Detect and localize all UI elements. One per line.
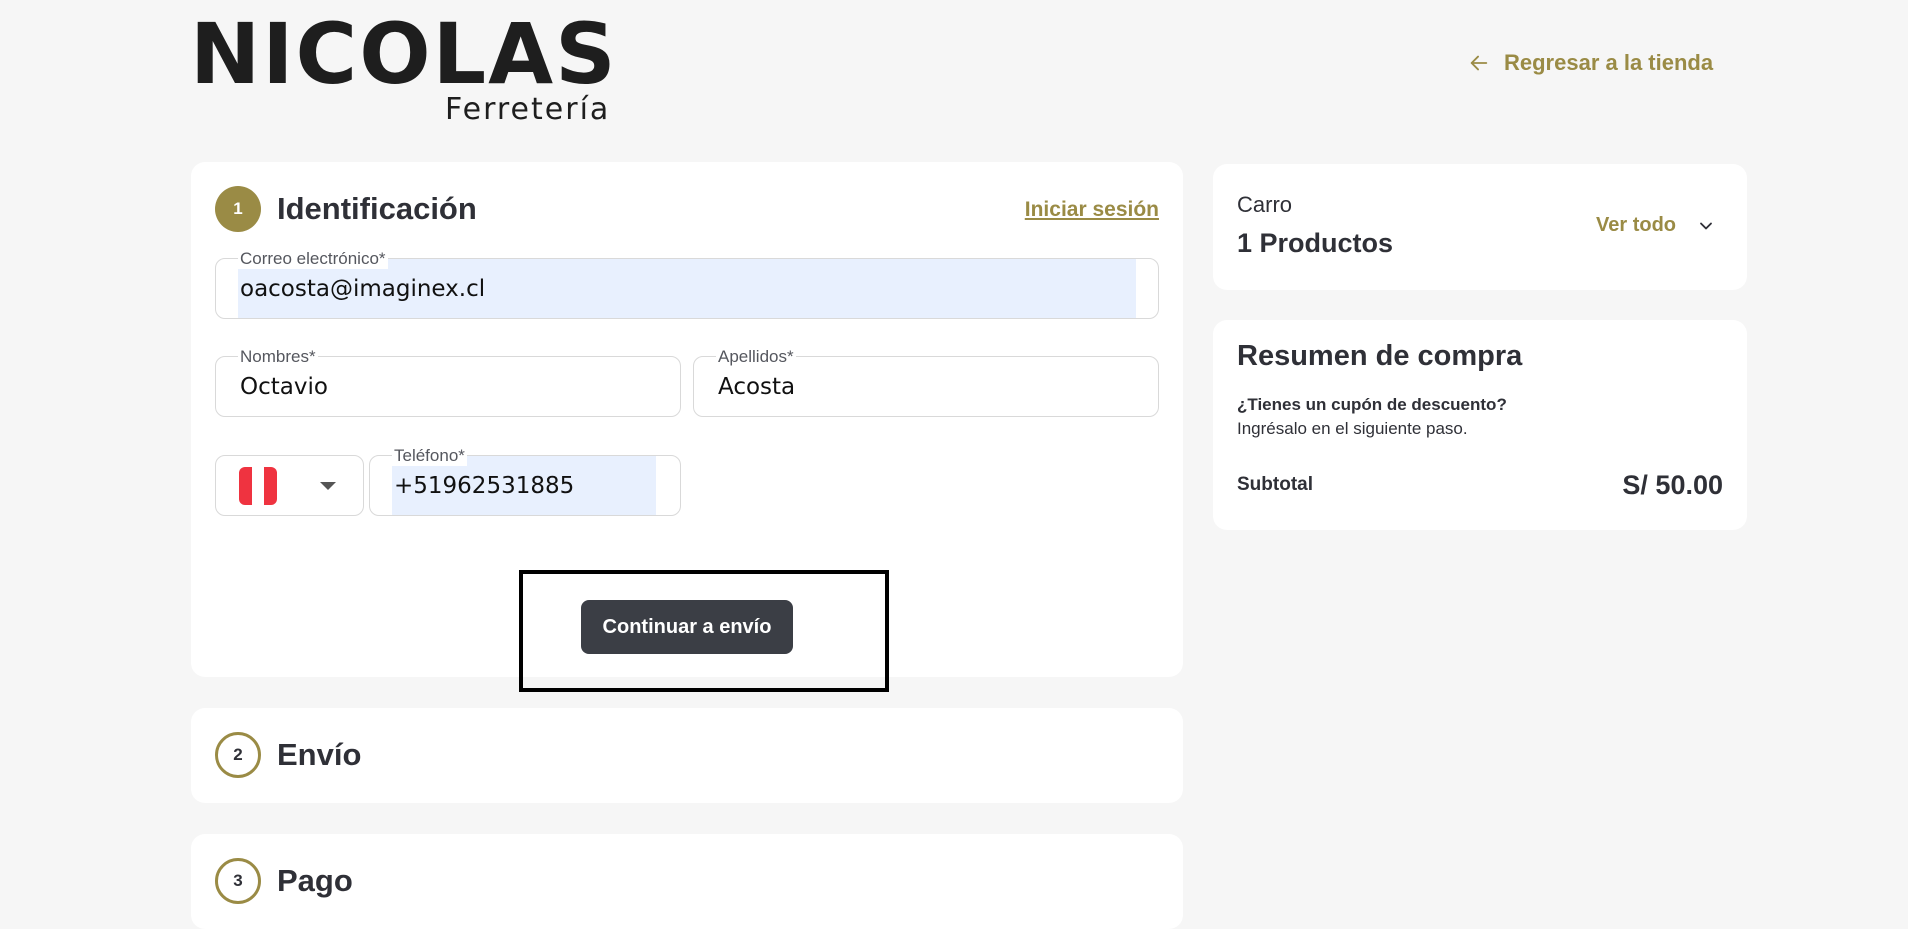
identification-section: 1 Identificación Iniciar sesión Correo e… xyxy=(191,162,1183,692)
coupon-hint: Ingrésalo en el siguiente paso. xyxy=(1237,419,1468,438)
back-to-store-link[interactable]: Regresar a la tienda xyxy=(1468,50,1713,76)
order-summary-panel: Resumen de compra ¿Tienes un cupón de de… xyxy=(1213,320,1747,530)
shipping-section[interactable]: 2 Envío xyxy=(191,708,1183,803)
country-code-select[interactable] xyxy=(215,455,364,516)
subtotal-value: S/ 50.00 xyxy=(1622,470,1723,500)
phone-field: Teléfono* xyxy=(369,446,681,516)
see-all-label: Ver todo xyxy=(1596,214,1677,236)
identification-header: 1 Identificación xyxy=(215,186,477,232)
phone-input[interactable] xyxy=(394,472,654,500)
peru-flag-icon xyxy=(239,467,278,505)
section-title: Pago xyxy=(277,863,353,898)
first-name-input[interactable] xyxy=(240,373,660,401)
phone-label: Teléfono* xyxy=(392,446,467,466)
subtotal-label: Subtotal xyxy=(1237,474,1313,495)
back-link-label: Regresar a la tienda xyxy=(1504,50,1714,75)
login-link[interactable]: Iniciar sesión xyxy=(1025,198,1159,222)
step-number-badge: 2 xyxy=(215,732,261,778)
first-name-field: Nombres* xyxy=(215,347,681,417)
payment-section[interactable]: 3 Pago xyxy=(191,834,1183,929)
coupon-question: ¿Tienes un cupón de descuento? xyxy=(1237,395,1507,414)
payment-header: 3 Pago xyxy=(215,858,353,904)
logo-subtitle: Ferretería xyxy=(445,92,611,127)
section-title: Identificación xyxy=(277,191,477,226)
email-label: Correo electrónico* xyxy=(238,249,388,269)
logo-wordmark: NICOLAS xyxy=(190,5,618,103)
cart-item-count: 1 Productos xyxy=(1237,228,1394,258)
see-all-toggle[interactable]: Ver todo xyxy=(1596,214,1716,237)
arrow-left-icon xyxy=(1470,55,1488,71)
caret-down-icon xyxy=(320,482,336,490)
last-name-label: Apellidos* xyxy=(716,347,796,367)
summary-title: Resumen de compra xyxy=(1237,340,1523,372)
last-name-input[interactable] xyxy=(718,373,1138,401)
section-title: Envío xyxy=(277,737,362,772)
cart-panel: Carro 1 Productos Ver todo xyxy=(1213,164,1747,290)
store-logo[interactable]: NICOLAS Ferretería xyxy=(190,5,620,127)
email-input[interactable] xyxy=(240,275,1120,303)
cart-label: Carro xyxy=(1237,192,1293,217)
last-name-field: Apellidos* xyxy=(693,347,1159,417)
shipping-header: 2 Envío xyxy=(215,732,361,778)
email-field: Correo electrónico* xyxy=(215,249,1159,319)
first-name-label: Nombres* xyxy=(238,347,318,367)
continue-to-shipping-button[interactable]: Continuar a envío xyxy=(581,600,793,654)
step-number-badge: 1 xyxy=(215,186,261,232)
step-number-badge: 3 xyxy=(215,858,261,904)
chevron-down-icon xyxy=(1700,222,1712,229)
